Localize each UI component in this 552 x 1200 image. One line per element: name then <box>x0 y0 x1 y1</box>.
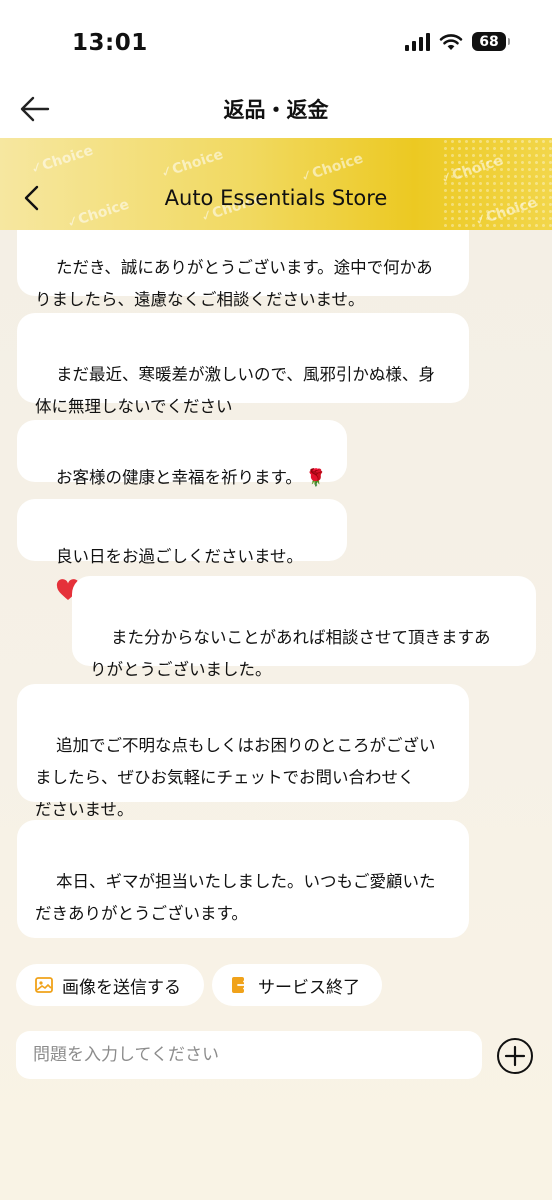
battery-indicator: 68 <box>472 32 510 51</box>
message-bubble: まだ最近、寒暖差が激しいので、風邪引かぬ様、身 体に無理しないでください <box>17 313 469 416</box>
message-bubble: ただき、誠にありがとうございます。途中で何かあ りましたら、遠慮なくご相談くださ… <box>17 230 469 309</box>
message-text: 本日、ギマが担当いたしました。いつもご愛顧いた だきありがとうございます。 <box>35 872 436 923</box>
end-service-button[interactable]: サービス終了 <box>212 964 382 1006</box>
exit-icon <box>232 977 249 993</box>
send-image-button[interactable]: 画像を送信する <box>16 964 204 1006</box>
app-header: 返品・返金 <box>0 84 552 138</box>
message-text: また分からないことがあれば相談させて頂きますあ りがとうございました。 <box>90 628 491 679</box>
status-bar: 13:01 68 <box>0 0 552 84</box>
rose-emoji-icon: 🌹 <box>305 468 327 487</box>
message-text: 良い日をお過ごしくださいませ。 <box>55 547 303 566</box>
image-icon <box>35 977 53 993</box>
wifi-icon <box>439 33 463 50</box>
message-bubble: 本日、ギマが担当いたしました。いつもご愛顧いた だきありがとうございます。 <box>17 820 469 989</box>
message-bubble: お客様の健康と幸福を祈ります。 🌹 <box>17 420 347 487</box>
message-text: ただき、誠にありがとうございます。途中で何かあ りましたら、遠慮なくご相談くださ… <box>35 258 433 309</box>
message-text: お客様の健康と幸福を祈ります。 <box>55 468 302 487</box>
message-bubble: 追加でご不明な点もしくはお困りのところがござい ましたら、ぜひお気軽にチェットで… <box>17 684 469 819</box>
store-header: ✓Choice ✓Choice ✓Choice ✓Choice ✓Choice … <box>0 138 552 230</box>
message-input[interactable] <box>16 1031 482 1079</box>
end-service-label: サービス終了 <box>258 977 360 998</box>
message-bubble-own: また分からないことがあれば相談させて頂きますあ りがとうございました。 <box>72 576 536 679</box>
store-name: Auto Essentials Store <box>164 186 388 210</box>
choice-watermark: ✓Choice <box>159 146 226 182</box>
signal-icon <box>405 32 430 51</box>
bottom-safe-area <box>0 1138 552 1200</box>
message-bubble: 良い日をお過ごしくださいませ。 <box>17 499 347 600</box>
message-text: 追加でご不明な点もしくはお困りのところがござい ましたら、ぜひお気軽にチェットで… <box>35 736 436 819</box>
choice-watermark: ✓Choice <box>299 150 366 186</box>
message-text: まだ最近、寒暖差が激しいので、風邪引かぬ様、身 体に無理しないでください <box>35 365 435 416</box>
send-image-label: 画像を送信する <box>62 977 181 998</box>
page-title: 返品・返金 <box>223 98 329 122</box>
status-icons: 68 <box>405 32 510 51</box>
plus-circle-icon[interactable] <box>496 1037 534 1075</box>
choice-watermark: ✓Choice <box>29 142 96 178</box>
message-input-container <box>16 1031 482 1079</box>
status-time: 13:01 <box>72 30 148 56</box>
